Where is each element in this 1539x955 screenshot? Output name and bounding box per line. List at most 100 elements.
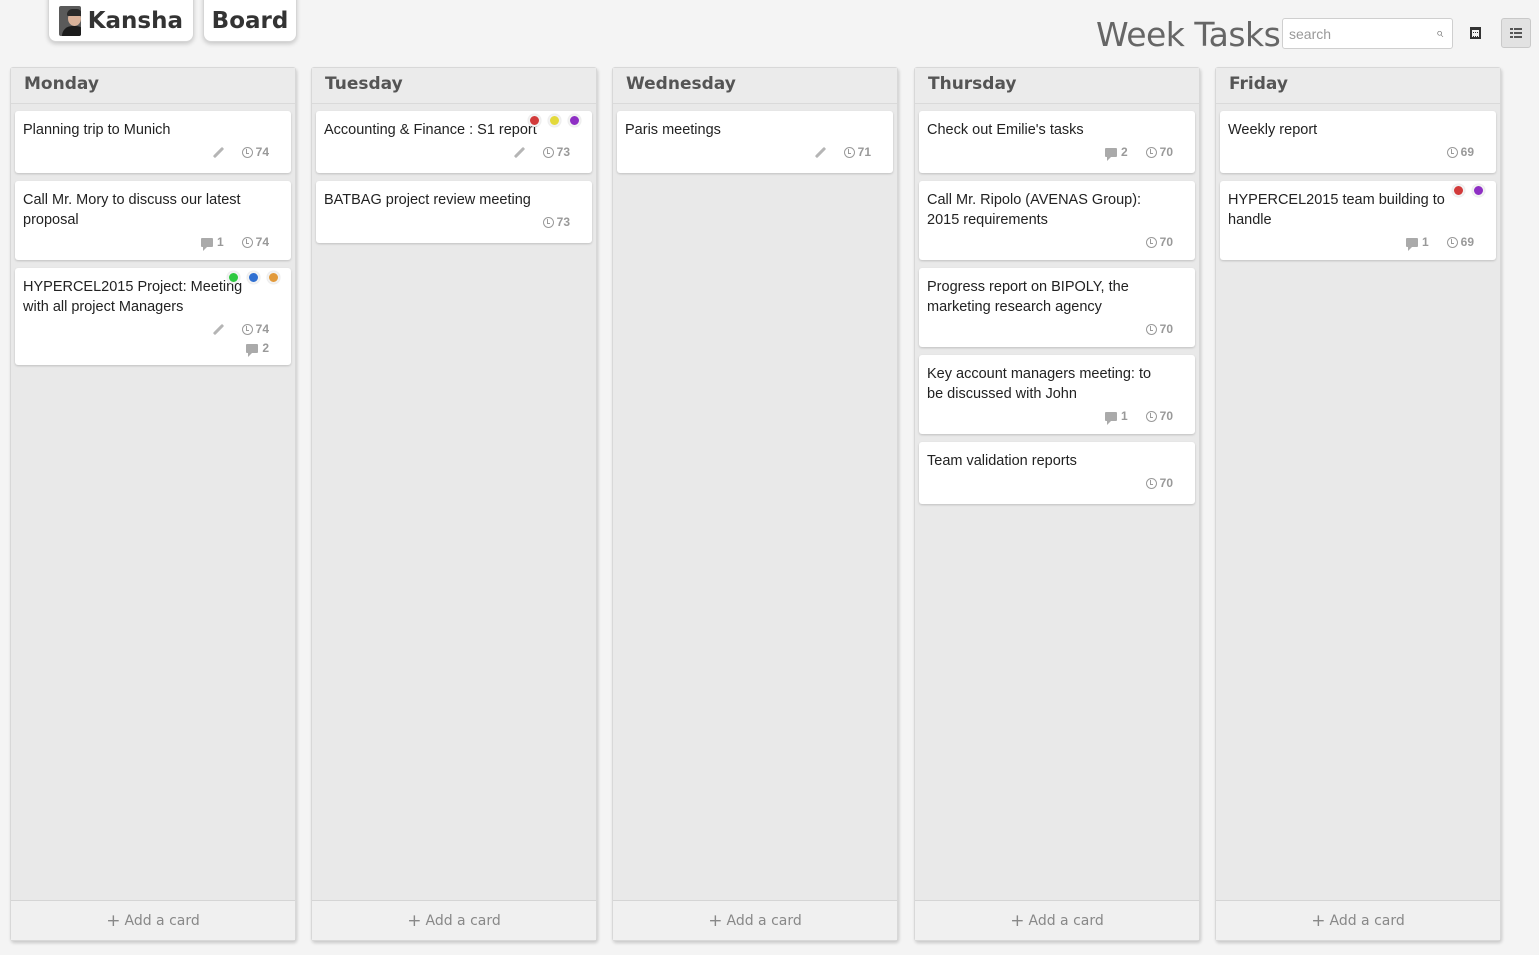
task-card[interactable]: BATBAG project review meeting 73 — [316, 181, 592, 243]
card-meta: 1 74 — [23, 232, 283, 252]
card-meta: 70 — [927, 232, 1187, 252]
time-value: 70 — [1159, 235, 1173, 249]
clock-icon — [542, 146, 554, 158]
card-title: Check out Emilie's tasks — [927, 122, 1084, 138]
card-title: Planning trip to Munich — [23, 122, 171, 138]
search-input[interactable] — [1283, 19, 1423, 48]
comment-count-value: 1 — [1421, 235, 1429, 249]
task-card[interactable]: HYPERCEL2015 Project: Meeting with all p… — [15, 268, 291, 365]
label-dot — [528, 114, 541, 127]
card-title: HYPERCEL2015 team building to handle — [1228, 192, 1445, 228]
plus-icon: + — [106, 910, 121, 931]
label-dot — [247, 271, 260, 284]
add-card-button[interactable]: + Add a card — [915, 900, 1199, 940]
list-view-button[interactable] — [1501, 18, 1531, 48]
comment-count: 2 — [246, 341, 269, 357]
task-card[interactable]: Progress report on BIPOLY, the marketing… — [919, 268, 1195, 347]
column-thursday: Thursday Check out Emilie's tasks 2 70 Call … — [914, 67, 1200, 941]
task-card[interactable]: Key account managers meeting: to be disc… — [919, 355, 1195, 434]
task-card[interactable]: Paris meetings 71 — [617, 111, 893, 173]
task-card[interactable]: Team validation reports 70 — [919, 442, 1195, 504]
plus-icon: + — [407, 910, 422, 931]
time-value: 69 — [1460, 235, 1474, 249]
column-friday: Friday Weekly report 69 HYPERCEL2015 team b… — [1215, 67, 1501, 941]
comment-count: 1 — [1405, 235, 1429, 251]
card-title: Call Mr. Mory to discuss our latest prop… — [23, 192, 241, 228]
task-card[interactable]: Planning trip to Munich 74 — [15, 111, 291, 173]
clock-icon — [1145, 236, 1157, 248]
card-title: Key account managers meeting: to be disc… — [927, 366, 1152, 402]
column-title: Wednesday — [613, 68, 897, 104]
label-dot — [227, 271, 240, 284]
time-value: 70 — [1159, 322, 1173, 336]
card-meta: 70 — [927, 473, 1187, 493]
comment-icon — [200, 237, 213, 251]
pencil-icon[interactable] — [212, 146, 224, 158]
search-box: ⌕ — [1282, 18, 1453, 49]
pencil-icon[interactable] — [513, 146, 525, 158]
time-badge: 69 — [1446, 145, 1474, 159]
card-list: Weekly report 69 HYPERCEL2015 team buildin… — [1216, 104, 1500, 260]
top-bar: Kansha Board Week Tasks ⌕ — [0, 0, 1539, 60]
clock-icon — [1446, 146, 1458, 158]
column-title: Monday — [11, 68, 295, 104]
card-meta: 74 — [23, 142, 283, 162]
card-meta: 1 69 — [1228, 232, 1488, 252]
label-dot — [1452, 184, 1465, 197]
add-card-label: Add a card — [1329, 912, 1405, 929]
column-tuesday: Tuesday Accounting & Finance : S1 report 7… — [311, 67, 597, 941]
card-labels — [1452, 184, 1485, 197]
card-meta: 73 — [324, 212, 584, 232]
time-badge: 74 — [241, 235, 269, 249]
add-card-button[interactable]: + Add a card — [1216, 900, 1500, 940]
plus-icon: + — [1311, 910, 1326, 931]
time-badge: 70 — [1145, 409, 1173, 423]
add-card-button[interactable]: + Add a card — [312, 900, 596, 940]
time-badge: 74 — [241, 322, 269, 336]
card-title: Weekly report — [1228, 122, 1318, 138]
add-card-button[interactable]: + Add a card — [613, 900, 897, 940]
task-card[interactable]: Weekly report 69 — [1220, 111, 1496, 173]
label-dot — [568, 114, 581, 127]
time-value: 74 — [255, 145, 269, 159]
label-dot — [267, 271, 280, 284]
card-list: Planning trip to Munich 74 Call Mr. Mory t… — [11, 104, 295, 365]
clock-icon — [1145, 323, 1157, 335]
plus-icon: + — [708, 910, 723, 931]
label-dot — [548, 114, 561, 127]
card-title: BATBAG project review meeting — [324, 192, 531, 208]
card-meta: 70 — [927, 319, 1187, 339]
task-card[interactable]: Check out Emilie's tasks 2 70 — [919, 111, 1195, 173]
list-icon — [1510, 28, 1522, 38]
calendar-view-button[interactable] — [1460, 18, 1490, 48]
comment-count-value: 1 — [216, 235, 224, 249]
card-labels — [528, 114, 581, 127]
time-badge: 71 — [843, 145, 871, 159]
search-icon[interactable]: ⌕ — [1436, 25, 1443, 41]
comment-icon — [246, 343, 259, 357]
time-value: 71 — [857, 145, 871, 159]
task-card[interactable]: HYPERCEL2015 team building to handle 1 69 — [1220, 181, 1496, 260]
page-title: Week Tasks — [1096, 15, 1281, 54]
board-tab[interactable]: Board — [203, 0, 297, 42]
clock-icon — [1145, 477, 1157, 489]
task-card[interactable]: Call Mr. Mory to discuss our latest prop… — [15, 181, 291, 260]
card-title: Paris meetings — [625, 122, 721, 138]
column-wednesday: Wednesday Paris meetings 71 + Add a card — [612, 67, 898, 941]
board-label: Board — [211, 7, 289, 34]
time-badge: 73 — [542, 145, 570, 159]
comment-icon — [1104, 411, 1117, 425]
time-badge: 69 — [1446, 235, 1474, 249]
card-meta-extra: 2 — [23, 339, 283, 357]
pencil-icon[interactable] — [212, 323, 224, 335]
column-monday: Monday Planning trip to Munich 74 Call Mr. … — [10, 67, 296, 941]
add-card-button[interactable]: + Add a card — [11, 900, 295, 940]
calendar-icon — [1469, 27, 1481, 39]
time-badge: 70 — [1145, 145, 1173, 159]
pencil-icon[interactable] — [814, 146, 826, 158]
user-tab[interactable]: Kansha — [48, 0, 194, 42]
task-card[interactable]: Accounting & Finance : S1 report 73 — [316, 111, 592, 173]
card-meta: 74 — [23, 319, 283, 339]
time-badge: 70 — [1145, 322, 1173, 336]
task-card[interactable]: Call Mr. Ripolo (AVENAS Group): 2015 req… — [919, 181, 1195, 260]
